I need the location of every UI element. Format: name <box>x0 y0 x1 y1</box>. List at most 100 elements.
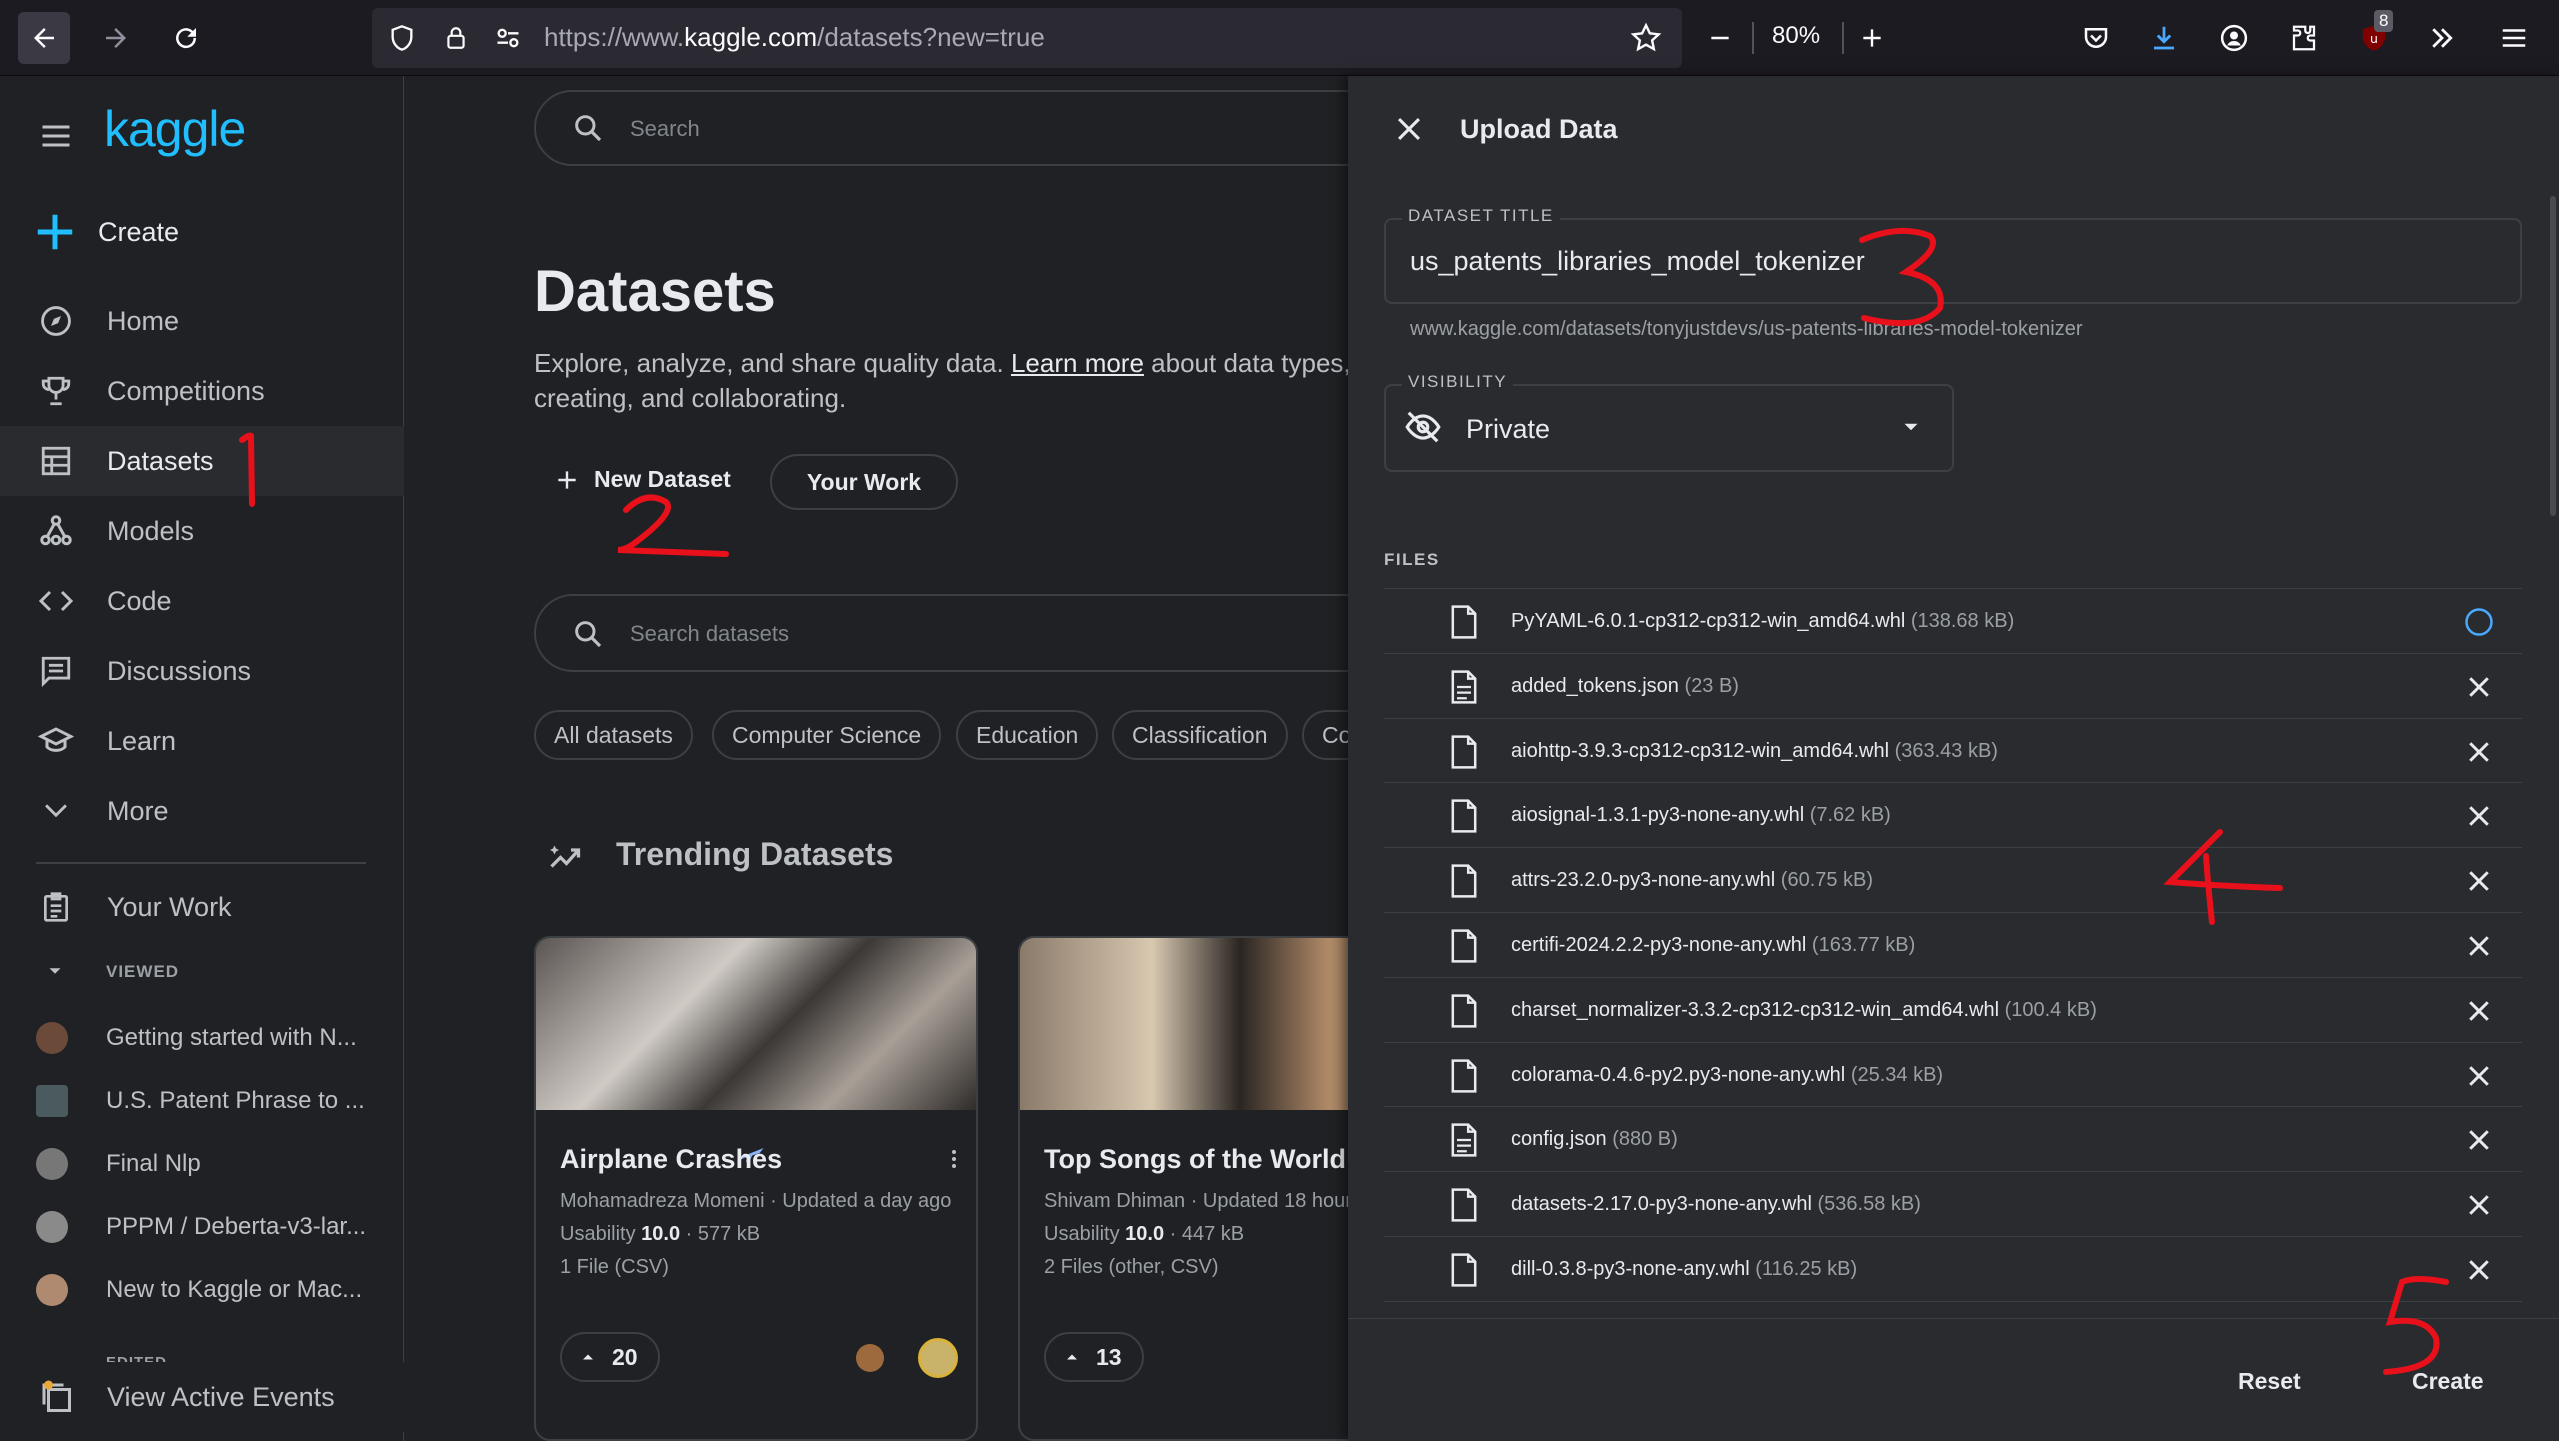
nav-models[interactable]: Models <box>0 496 404 566</box>
file-name-text: datasets-2.17.0-py3-none-any.whl <box>1511 1193 1812 1216</box>
vote-count: 13 <box>1096 1343 1122 1370</box>
search-placeholder: Search <box>630 116 700 141</box>
app-menu-icon[interactable] <box>2492 16 2536 60</box>
file-name-text: charset_normalizer-3.3.2-cp312-cp312-win… <box>1511 998 2000 1021</box>
forward-button[interactable] <box>90 12 142 64</box>
avatar <box>36 1274 68 1306</box>
remove-file-icon[interactable] <box>2464 866 2494 896</box>
kaggle-logo[interactable]: kaggle <box>104 100 246 158</box>
dataset-usability: Usability 10.0 · 447 kB <box>1044 1223 1244 1246</box>
pocket-icon[interactable] <box>2074 16 2118 60</box>
nav-more[interactable]: More <box>0 776 404 846</box>
file-name: config.json (880 B) <box>1511 1128 1678 1151</box>
reload-button[interactable] <box>160 12 212 64</box>
dataset-title[interactable]: Top Songs of the World <box>1044 1144 1346 1175</box>
overflow-chevrons-icon[interactable] <box>2420 16 2464 60</box>
upvote-button[interactable]: 20 <box>560 1332 660 1382</box>
panel-scrollbar[interactable] <box>2550 196 2556 516</box>
plus-icon <box>558 470 576 489</box>
remove-file-icon[interactable] <box>2464 931 2494 961</box>
url-prefix: https://www. <box>544 22 685 52</box>
remove-file-icon[interactable] <box>2464 1255 2494 1285</box>
remove-file-icon[interactable] <box>2464 672 2494 702</box>
avatar <box>36 1085 68 1117</box>
learn-more-link[interactable]: Learn more <box>1011 348 1144 378</box>
shield-icon[interactable] <box>380 16 424 60</box>
create-label: Create <box>98 216 180 247</box>
collapse-viewed-icon[interactable] <box>44 960 66 982</box>
search-icon <box>575 115 602 142</box>
nav-datasets[interactable]: Datasets <box>0 426 404 496</box>
datasets-search-placeholder: Search datasets <box>630 621 789 646</box>
extensions-icon[interactable] <box>2282 16 2326 60</box>
file-row: datasets-2.17.0-py3-none-any.whl (536.58… <box>1384 1171 2522 1236</box>
nav-home[interactable]: Home <box>0 286 404 356</box>
bookmark-star-icon[interactable] <box>1624 16 1668 60</box>
file-name: aiosignal-1.3.1-py3-none-any.whl (7.62 k… <box>1511 804 1891 827</box>
dataset-size: · 577 kB <box>680 1223 761 1245</box>
dataset-size: · 447 kB <box>1164 1223 1245 1245</box>
remove-file-icon[interactable] <box>2464 1190 2494 1220</box>
permissions-icon[interactable] <box>486 16 530 60</box>
file-name-text: certifi-2024.2.2-py3-none-any.whl <box>1511 934 1807 956</box>
file-name: added_tokens.json (23 B) <box>1511 675 1739 698</box>
account-icon[interactable] <box>2212 16 2256 60</box>
upvote-button[interactable]: 13 <box>1044 1332 1144 1382</box>
remove-file-icon[interactable] <box>2464 1061 2494 1091</box>
discussions-icon <box>36 651 76 691</box>
remove-file-icon[interactable] <box>2464 1125 2494 1155</box>
nav-code[interactable]: Code <box>0 566 404 636</box>
more-vert-icon[interactable] <box>942 1144 966 1174</box>
file-icon <box>1451 1058 1477 1093</box>
nav-your-work[interactable]: Your Work <box>0 872 404 942</box>
dataset-card[interactable]: Airplane Crashes Mohamadreza Momeni · Up… <box>534 936 978 1441</box>
zoom-in-button[interactable] <box>1850 16 1894 60</box>
chip-classification[interactable]: Classification <box>1112 710 1288 760</box>
chip-computer-science[interactable]: Computer Science <box>712 710 942 760</box>
zoom-out-button[interactable] <box>1698 16 1742 60</box>
back-button[interactable] <box>18 12 70 64</box>
clipboard-icon <box>36 887 76 927</box>
remove-file-icon[interactable] <box>2464 996 2494 1026</box>
reset-button[interactable]: Reset <box>2238 1368 2301 1395</box>
dropdown-arrow-icon <box>1904 423 1918 431</box>
avatar <box>918 1338 958 1378</box>
downloads-icon[interactable] <box>2142 16 2186 60</box>
file-size: (116.25 kB) <box>1755 1258 1858 1280</box>
remove-file-icon[interactable] <box>2464 801 2494 831</box>
view-active-events-button[interactable]: View Active Events <box>0 1362 404 1432</box>
your-work-button[interactable]: Your Work <box>770 454 958 510</box>
create-button[interactable]: Create <box>18 192 218 272</box>
dataset-title-value[interactable]: us_patents_libraries_model_tokenizer <box>1410 246 1865 277</box>
file-row: added_tokens.json (23 B) <box>1384 652 2522 718</box>
dataset-title[interactable]: Airplane Crashes <box>560 1144 782 1175</box>
datasets-search-input[interactable]: Search datasets <box>534 594 1394 672</box>
chevron-down-icon <box>36 791 76 831</box>
plus-icon <box>37 214 73 250</box>
create-dataset-button[interactable]: Create <box>2412 1368 2484 1395</box>
zoom-level[interactable]: 80% <box>1772 22 1820 50</box>
file-size: (7.62 kB) <box>1809 804 1891 827</box>
lock-icon[interactable] <box>434 16 478 60</box>
learn-icon <box>36 721 76 761</box>
file-name-text: added_tokens.json <box>1511 674 1679 697</box>
sidebar-divider <box>36 862 366 864</box>
url-text[interactable]: https://www.kaggle.com/datasets?new=true <box>544 22 1045 53</box>
remove-file-icon[interactable] <box>2464 737 2494 767</box>
file-row: attrs-23.2.0-py3-none-any.whl (60.75 kB) <box>1384 847 2522 912</box>
nav-learn[interactable]: Learn <box>0 706 404 776</box>
new-dataset-button[interactable]: New Dataset <box>554 466 731 493</box>
file-icon <box>1451 799 1477 834</box>
hamburger-menu-icon[interactable] <box>38 118 74 154</box>
nav-discussions[interactable]: Discussions <box>0 636 404 706</box>
chip-all-datasets[interactable]: All datasets <box>534 710 693 760</box>
close-icon[interactable] <box>1392 112 1426 146</box>
nav-competitions[interactable]: Competitions <box>0 356 404 426</box>
file-row-divider <box>1384 1300 2522 1311</box>
chip-education[interactable]: Education <box>956 710 1099 760</box>
trophy-icon <box>36 371 76 411</box>
view-active-events-label: View Active Events <box>107 1381 335 1412</box>
site-search-bar[interactable]: Search <box>534 90 1394 166</box>
avatar <box>36 1022 68 1054</box>
table-icon <box>36 441 76 481</box>
